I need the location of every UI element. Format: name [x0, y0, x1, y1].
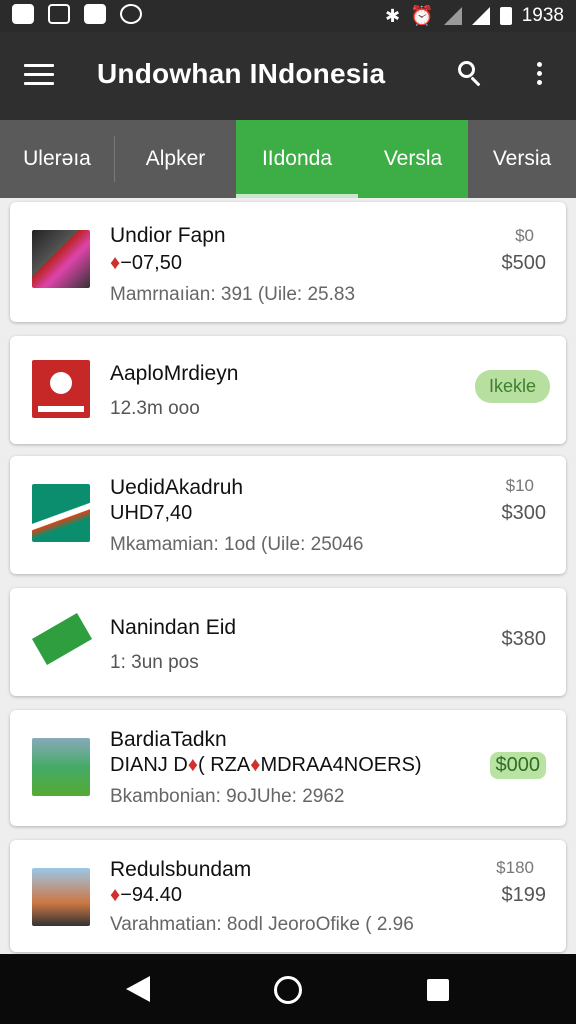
app-bar: Undowhan INdonesia	[0, 32, 576, 120]
search-icon[interactable]	[458, 61, 484, 87]
tab-ulerala[interactable]: Ulerəıa	[0, 120, 114, 198]
list-item[interactable]: UedidAkadruh UHD7,40 Mkamamian: 1od (Uil…	[10, 456, 566, 574]
system-icons: ✱ ⏰ 1938	[385, 4, 564, 28]
item-subtitle: ♦−07,50	[110, 252, 182, 274]
item-subtitle: UHD7,40	[110, 502, 193, 524]
list-item[interactable]: Nanindan Eid 1: 3un pos $380	[10, 588, 566, 696]
more-options-icon[interactable]	[532, 62, 546, 90]
item-title: UedidAkadruh	[110, 476, 244, 499]
tab-versla[interactable]: Versla	[358, 120, 468, 198]
tab-iidonda[interactable]: IIdonda	[236, 120, 358, 198]
navigation-bar	[0, 954, 576, 1024]
back-icon[interactable]	[126, 976, 150, 1002]
item-title: Undior Fapn	[110, 224, 226, 247]
app-title: Undowhan INdonesia	[97, 58, 386, 89]
down-arrow-icon: ♦	[250, 754, 261, 776]
item-meta: Varahmatian: 8odl JeoroOfike ( 2.96	[110, 914, 414, 935]
app-thumbnail	[32, 230, 90, 288]
down-arrow-icon: ♦	[110, 252, 121, 274]
recent-apps-icon[interactable]	[427, 979, 449, 1001]
app-thumbnail	[32, 484, 90, 542]
app-notification-icon	[84, 4, 106, 24]
down-arrow-icon: ♦	[110, 884, 121, 906]
item-price-highlight: $000	[489, 752, 546, 779]
active-tab-indicator	[236, 194, 358, 198]
wifi-signal-icon	[443, 7, 462, 25]
item-price: $500	[501, 252, 547, 274]
item-title: Nanindan Eid	[110, 616, 237, 639]
image-notification-icon	[48, 4, 70, 24]
item-subtitle: DIANJ D♦( RZA♦MDRAA4NOERS)	[110, 754, 422, 776]
item-price-secondary: $180	[496, 858, 534, 877]
cell-signal-icon	[471, 7, 490, 25]
item-price: $199	[501, 884, 547, 906]
notification-icons	[12, 4, 142, 24]
alarm-icon: ⏰	[410, 6, 434, 27]
item-meta: Mamrnaıian: 391 (Uile: 25.83	[110, 284, 356, 305]
app-thumbnail	[32, 360, 90, 418]
app-thumbnail	[32, 738, 90, 796]
list-item[interactable]: Undior Fapn ♦−07,50 Mamrnaıian: 391 (Uil…	[10, 202, 566, 322]
app-thumbnail	[31, 612, 93, 670]
item-title: BardiaTadkn	[110, 728, 227, 751]
item-price: $380	[501, 628, 547, 650]
list-item[interactable]: Redulsbundam ♦−94.40 Varahmatian: 8odl J…	[10, 840, 566, 952]
item-title: AaploMrdieyn	[110, 362, 239, 385]
item-meta: Mkamamian: 1od (Uile: 25046	[110, 534, 364, 555]
list-item[interactable]: AaploMrdieyn 12.3m ooo Ikekle	[10, 336, 566, 444]
tab-bar: Ulerəıa Alpker IIdonda Versla Versia	[0, 120, 576, 198]
tab-versia[interactable]: Versia	[468, 120, 576, 198]
item-meta: 12.3m ooo	[110, 398, 200, 419]
home-icon[interactable]	[274, 976, 302, 1004]
status-time: 1938	[521, 5, 564, 26]
item-subtitle: ♦−94.40	[110, 884, 182, 906]
item-title: Redulsbundam	[110, 858, 252, 881]
item-price: $300	[501, 502, 547, 524]
hamburger-menu-icon[interactable]	[24, 64, 54, 86]
chat-notification-icon	[120, 4, 142, 24]
tab-alpker[interactable]: Alpker	[115, 120, 236, 198]
bluetooth-icon: ✱	[384, 5, 401, 26]
photo-notification-icon	[12, 4, 34, 24]
item-meta: 1: 3un pos	[110, 652, 199, 673]
item-price-secondary: $0	[515, 226, 534, 245]
down-arrow-icon: ♦	[187, 754, 199, 776]
install-badge[interactable]: Ikekle	[474, 370, 550, 403]
item-price-secondary: $10	[505, 476, 534, 495]
list-item[interactable]: BardiaTadkn DIANJ D♦( RZA♦MDRAA4NOERS) B…	[10, 710, 566, 826]
item-meta: Bkambonian: 9oJUhe: 2962	[110, 786, 345, 807]
status-bar: ✱ ⏰ 1938	[0, 0, 576, 32]
app-thumbnail	[32, 868, 90, 926]
battery-icon	[499, 7, 512, 25]
